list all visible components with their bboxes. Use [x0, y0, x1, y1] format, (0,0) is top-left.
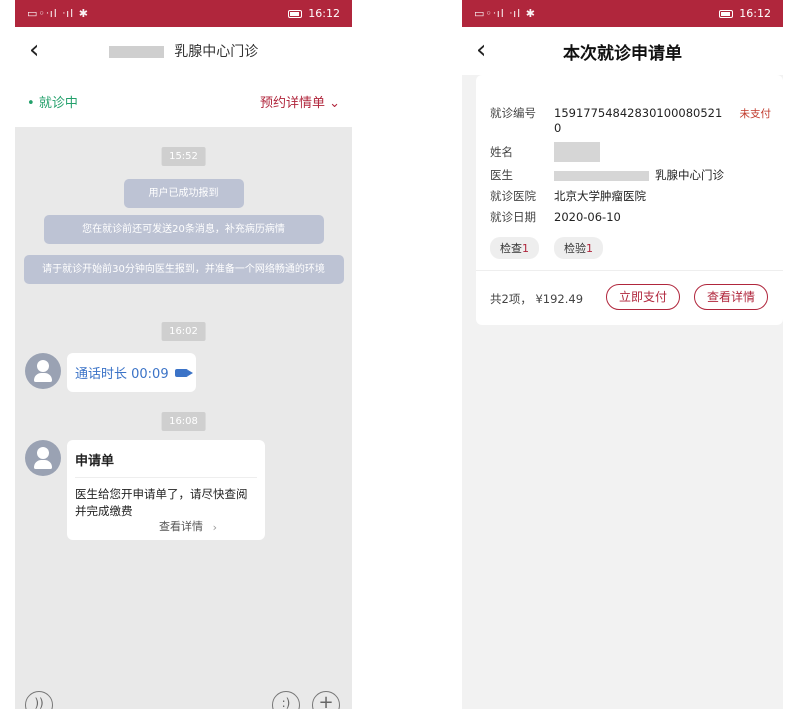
signal-indicator: ▭◦ᐧıl ᐧıl ✱ [27, 7, 89, 20]
clock: 16:12 [308, 7, 340, 20]
payment-status-badge: 未支付 [739, 108, 772, 120]
form-text: 医生给您开申请单了，请尽快查阅并完成缴费 [75, 487, 248, 518]
total-price: 共2项， ¥192.49 [490, 292, 584, 306]
application-card: 就诊编号 15917754842830100080521 0 未支付 姓名 医生 乳… [476, 75, 783, 325]
nav-bar: ‹ 乳腺中心门诊 [15, 27, 352, 75]
doctor-value: 乳腺中心门诊 [655, 168, 724, 182]
pay-now-button[interactable]: 立即支付 [606, 284, 681, 310]
name-redacted [554, 142, 600, 162]
page-title: 乳腺中心门诊 [174, 44, 259, 60]
clock: 16:12 [739, 7, 771, 20]
tag-lab: 检验1 [554, 237, 603, 259]
video-icon [174, 368, 193, 377]
call-record-bubble[interactable]: 通话时长 00:09 [67, 353, 196, 392]
battery-icon [288, 9, 303, 18]
status-bar: ▭◦ᐧıl ᐧıl ✱ 16:12 [15, 0, 352, 27]
voice-icon[interactable]: )) [25, 691, 53, 709]
avatar-icon[interactable] [25, 353, 61, 389]
doctor-label: 医生 [490, 168, 513, 182]
chevron-down-icon: ⌄ [329, 95, 340, 111]
back-icon[interactable]: ‹ [476, 35, 486, 65]
avatar-icon[interactable] [25, 440, 61, 476]
hospital-value: 北京大学肿瘤医院 [554, 189, 646, 203]
chevron-right-icon: › [212, 521, 217, 534]
time-chip: 16:08 [161, 412, 206, 431]
system-message: 用户已成功报到 [123, 179, 244, 208]
emoji-icon[interactable]: :) [272, 691, 300, 709]
input-bar: )) :) + [15, 687, 352, 709]
doctor-redacted [554, 170, 649, 181]
visit-no-label: 就诊编号 [490, 106, 536, 120]
application-screen: ▭◦ᐧıl ᐧıl ✱ 16:12 ‹ 本次就诊申请单 就诊编号 15917754… [462, 0, 783, 709]
time-chip: 15:52 [161, 147, 206, 166]
date-label: 就诊日期 [490, 210, 536, 224]
battery-icon [719, 9, 734, 18]
system-message: 您在就诊前还可发送20条消息，补充病历病情 [43, 215, 324, 244]
visit-no: 15917754842830100080521 [554, 106, 723, 120]
appointment-detail-link[interactable]: 预约详情单 ⌄ [260, 92, 340, 111]
system-message: 请于就诊开始前30分钟向医生报到，并准备一个网络畅通的环境 [23, 255, 344, 284]
signal-indicator: ▭◦ᐧıl ᐧıl ✱ [474, 7, 536, 20]
name-label: 姓名 [490, 144, 513, 159]
divider [476, 270, 783, 271]
page-title: 本次就诊申请单 [563, 43, 682, 64]
chat-screen: ▭◦ᐧıl ᐧıl ✱ 16:12 ‹ 乳腺中心门诊 • 就诊中 预约详情单 ⌄… [15, 0, 352, 709]
visit-status-row: • 就诊中 预约详情单 ⌄ [15, 75, 352, 127]
application-form-card[interactable]: 申请单 医生给您开申请单了，请尽快查阅并完成缴费 查看详情 › [67, 440, 265, 540]
chat-area[interactable]: 15:52 用户已成功报到 您在就诊前还可发送20条消息，补充病历病情 请于就诊… [15, 127, 352, 709]
hospital-label: 就诊医院 [490, 189, 536, 203]
date-value: 2020-06-10 [554, 210, 621, 224]
plus-icon[interactable]: + [312, 691, 340, 709]
tag-check: 检查1 [490, 237, 539, 259]
visit-no-tail: 0 [554, 121, 562, 135]
title-blur [108, 46, 164, 58]
time-chip: 16:02 [161, 322, 206, 341]
back-icon[interactable]: ‹ [29, 35, 39, 65]
status-bar: ▭◦ᐧıl ᐧıl ✱ 16:12 [462, 0, 783, 27]
call-duration: 通话时长 00:09 [75, 367, 169, 382]
form-title: 申请单 [75, 440, 257, 478]
view-details-link[interactable]: 查看详情 [159, 518, 203, 534]
nav-bar: ‹ 本次就诊申请单 [462, 27, 783, 75]
view-details-button[interactable]: 查看详情 [694, 284, 769, 310]
visit-status: 就诊中 [38, 95, 78, 111]
